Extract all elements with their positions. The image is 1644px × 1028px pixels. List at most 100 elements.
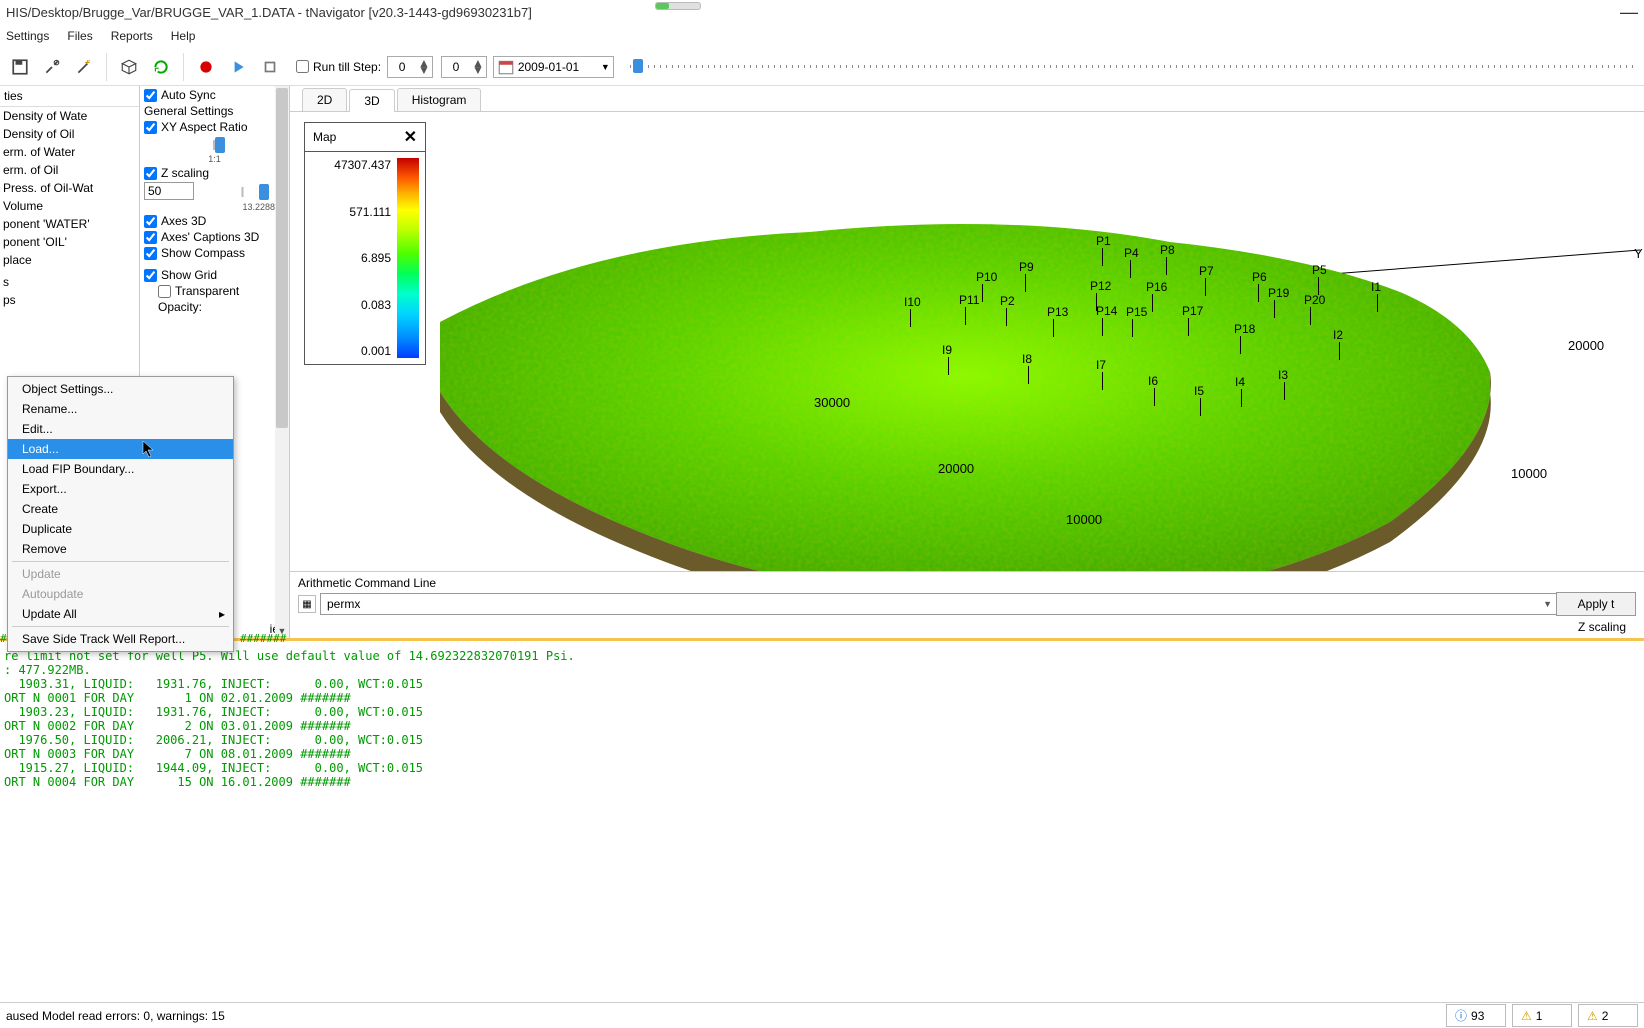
show-grid-checkbox[interactable] (144, 269, 157, 282)
context-menu-item[interactable]: Load FIP Boundary... (8, 459, 233, 479)
context-menu: Object Settings...Rename...Edit...Load..… (7, 376, 234, 652)
menu-help[interactable]: Help (171, 29, 196, 43)
z-scaling-slider[interactable] (204, 187, 281, 197)
well-label: I5 (1194, 384, 1204, 398)
z-scaling-note: Z scaling (298, 620, 1636, 634)
status-err-pod[interactable]: ⚠2 (1578, 1004, 1638, 1027)
tab-2d[interactable]: 2D (302, 88, 347, 111)
sidebar-scrollbar[interactable]: ▲ ▼ (275, 86, 289, 638)
run-till-step-checkbox[interactable] (296, 60, 309, 73)
property-item[interactable]: Press. of Oil-Wat (0, 179, 139, 197)
date-picker[interactable]: ▼ (493, 56, 614, 78)
compass-label: Show Compass (161, 246, 245, 260)
xy-aspect-checkbox[interactable] (144, 121, 157, 134)
auto-sync-checkbox[interactable] (144, 89, 157, 102)
stop-icon[interactable] (256, 53, 284, 81)
well-label: P2 (1000, 294, 1015, 308)
record-icon[interactable] (192, 53, 220, 81)
property-item[interactable]: Volume (0, 197, 139, 215)
legend-colorbar (397, 158, 419, 358)
property-item[interactable]: place (0, 251, 139, 269)
legend-value-2: 6.895 (311, 251, 391, 265)
axis-tick-label: 10000 (1511, 466, 1547, 481)
z-scaling-checkbox[interactable] (144, 167, 157, 180)
well-label: P14 (1096, 304, 1117, 318)
property-item[interactable]: erm. of Oil (0, 161, 139, 179)
axes3d-checkbox[interactable] (144, 215, 157, 228)
err-icon: ⚠ (1587, 1009, 1598, 1023)
property-item[interactable]: ponent 'OIL' (0, 233, 139, 251)
menu-files[interactable]: Files (67, 29, 92, 43)
tab-histogram[interactable]: Histogram (397, 88, 482, 111)
z-scaling-input[interactable] (144, 182, 194, 200)
command-grid-icon[interactable]: ▦ (298, 595, 316, 613)
tools-icon[interactable] (38, 53, 66, 81)
command-input[interactable] (320, 593, 1559, 615)
context-menu-item[interactable]: Update All (8, 604, 233, 624)
legend-value-0: 47307.437 (311, 158, 391, 172)
xy-aspect-label: XY Aspect Ratio (161, 120, 248, 134)
color-legend: Map ✕ 47307.437 571.111 6.895 0.083 0.00… (304, 122, 426, 365)
timeline-slider[interactable] (630, 61, 1638, 73)
axis-tick-label: 10000 (1066, 512, 1102, 527)
legend-value-3: 0.083 (311, 298, 391, 312)
well-label: P7 (1199, 264, 1214, 278)
property-item[interactable]: Density of Oil (0, 125, 139, 143)
legend-value-1: 571.111 (311, 205, 391, 219)
axis-tick-label: Y (1634, 246, 1643, 261)
context-menu-item[interactable]: Load... (8, 439, 233, 459)
general-settings-label: General Settings (144, 104, 285, 118)
context-menu-item: Update (8, 564, 233, 584)
xy-aspect-slider[interactable] (148, 140, 281, 150)
menu-reports[interactable]: Reports (111, 29, 153, 43)
toolbar: Run till Step: ▲▼ ▲▼ ▼ (0, 48, 1644, 86)
step-spinner-a[interactable]: ▲▼ (387, 56, 433, 78)
opacity-label: Opacity: (158, 300, 285, 314)
show-grid-label: Show Grid (161, 268, 217, 282)
property-item[interactable]: Density of Wate (0, 107, 139, 125)
axes-captions-label: Axes' Captions 3D (161, 230, 259, 244)
context-menu-item[interactable]: Rename... (8, 399, 233, 419)
tab-3d[interactable]: 3D (349, 89, 394, 112)
well-label: I3 (1278, 368, 1288, 382)
property-item[interactable]: ponent 'WATER' (0, 215, 139, 233)
log-output: re limit not set for well P5. Will use d… (0, 641, 1644, 791)
well-label: P9 (1019, 260, 1034, 274)
property-item[interactable]: erm. of Water (0, 143, 139, 161)
context-menu-item[interactable]: Export... (8, 479, 233, 499)
transparent-checkbox[interactable] (158, 285, 171, 298)
axes3d-label: Axes 3D (161, 214, 206, 228)
magic-wand-icon[interactable] (70, 53, 98, 81)
well-label: P18 (1234, 322, 1255, 336)
status-warn-pod[interactable]: ⚠1 (1512, 1004, 1572, 1027)
context-menu-item[interactable]: Save Side Track Well Report... (8, 629, 233, 649)
refresh-icon[interactable] (147, 53, 175, 81)
play-icon[interactable] (224, 53, 252, 81)
save-icon[interactable] (6, 53, 34, 81)
viewport-3d[interactable]: Map ✕ 47307.437 571.111 6.895 0.083 0.00… (290, 112, 1644, 571)
context-menu-item[interactable]: Object Settings... (8, 379, 233, 399)
context-menu-item[interactable]: Create (8, 499, 233, 519)
log-divider[interactable] (0, 638, 1644, 641)
menu-settings[interactable]: Settings (6, 29, 49, 43)
well-label: P11 (959, 293, 979, 307)
property-item[interactable]: s (0, 273, 139, 291)
axes-captions-checkbox[interactable] (144, 231, 157, 244)
context-menu-item[interactable]: Remove (8, 539, 233, 559)
property-item[interactable]: ps (0, 291, 139, 309)
well-label: I2 (1333, 328, 1343, 342)
compass-checkbox[interactable] (144, 247, 157, 260)
well-label: P17 (1182, 304, 1203, 318)
window-title: HIS/Desktop/Brugge_Var/BRUGGE_VAR_1.DATA… (6, 5, 532, 20)
minimize-icon[interactable]: — (1620, 2, 1638, 23)
context-menu-item[interactable]: Edit... (8, 419, 233, 439)
cube-icon[interactable] (115, 53, 143, 81)
apply-button[interactable]: Apply t (1556, 592, 1636, 616)
legend-close-icon[interactable]: ✕ (404, 127, 417, 147)
calendar-icon (497, 58, 515, 76)
command-row: Arithmetic Command Line ▦ ▼ Apply t Z sc… (290, 571, 1644, 638)
context-menu-item[interactable]: Duplicate (8, 519, 233, 539)
well-label: I7 (1096, 358, 1106, 372)
step-spinner-b[interactable]: ▲▼ (441, 56, 487, 78)
status-info-pod[interactable]: ⓘ93 (1446, 1004, 1506, 1027)
